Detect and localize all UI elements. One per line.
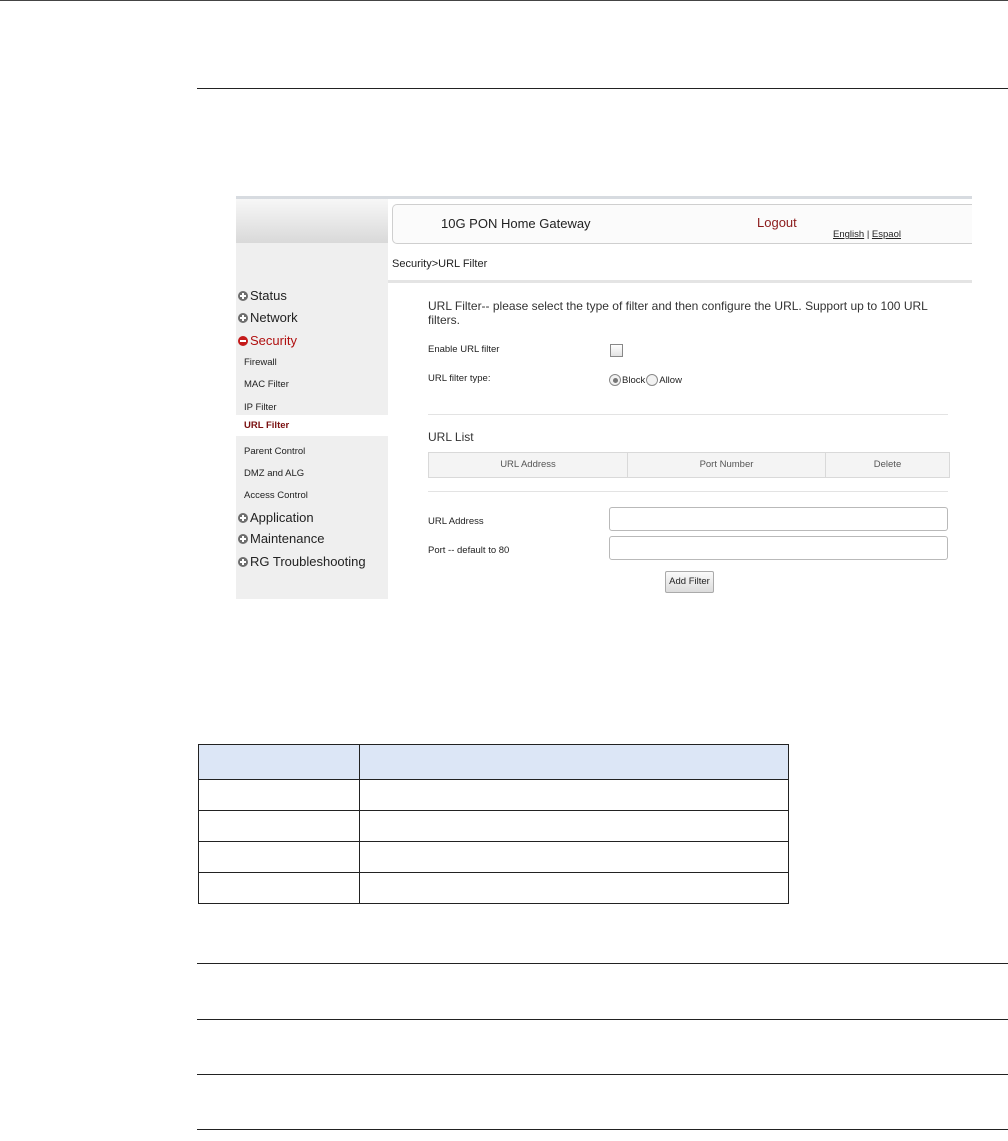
radio-block[interactable] bbox=[609, 374, 621, 386]
table-cell bbox=[198, 779, 360, 811]
sidebar-subitem-access-control[interactable]: Access Control bbox=[244, 490, 308, 501]
language-espanol-link[interactable]: Espaol bbox=[872, 229, 901, 240]
section-rule bbox=[197, 88, 1008, 89]
expand-plus-icon bbox=[238, 512, 248, 523]
language-switcher: English | Espaol bbox=[833, 229, 901, 240]
gateway-title: 10G PON Home Gateway bbox=[441, 216, 591, 231]
url-address-label: URL Address bbox=[428, 516, 484, 527]
gateway-header: 10G PON Home Gateway Logout English | Es… bbox=[392, 204, 972, 244]
section-rule bbox=[197, 963, 1008, 964]
logout-link[interactable]: Logout bbox=[757, 215, 797, 230]
table-header-row bbox=[198, 744, 789, 780]
language-separator: | bbox=[866, 229, 870, 240]
radio-allow[interactable] bbox=[646, 374, 659, 386]
table-row bbox=[198, 810, 789, 842]
sidebar-item-maintenance[interactable]: Maintenance bbox=[238, 531, 324, 546]
section-divider bbox=[428, 491, 948, 492]
table-row bbox=[198, 872, 789, 904]
port-input[interactable] bbox=[609, 536, 948, 560]
sidebar-item-label: Maintenance bbox=[250, 531, 325, 546]
page-top-rule bbox=[0, 0, 1008, 1]
table-header-cell bbox=[198, 744, 360, 780]
sidebar-item-label: RG Troubleshooting bbox=[250, 554, 366, 569]
url-address-input[interactable] bbox=[609, 507, 948, 531]
sidebar-item-status[interactable]: Status bbox=[238, 288, 287, 303]
breadcrumb: Security>URL Filter bbox=[392, 258, 488, 270]
column-delete: Delete bbox=[873, 459, 902, 470]
breadcrumb-divider bbox=[388, 280, 972, 283]
sidebar-item-label: Status bbox=[250, 288, 287, 303]
expand-plus-icon bbox=[238, 556, 248, 567]
table-cell bbox=[198, 810, 360, 842]
sidebar-item-security[interactable]: Security bbox=[238, 333, 297, 348]
sidebar: Status Network Security Firewall MAC Fil… bbox=[236, 199, 388, 599]
expand-plus-icon bbox=[238, 290, 248, 301]
table-cell bbox=[359, 810, 789, 842]
expand-plus-icon bbox=[238, 312, 248, 323]
sidebar-item-label: Application bbox=[250, 510, 314, 525]
section-divider bbox=[428, 414, 948, 415]
table-cell bbox=[198, 841, 360, 873]
sidebar-subitem-dmz-alg[interactable]: DMZ and ALG bbox=[244, 468, 304, 479]
section-rule bbox=[197, 1129, 1008, 1130]
url-filter-type-radios: Block Allow bbox=[609, 374, 682, 386]
url-filter-type-label: URL filter type: bbox=[428, 373, 491, 384]
expand-plus-icon bbox=[238, 533, 248, 544]
enable-url-filter-checkbox[interactable] bbox=[610, 344, 623, 357]
table-cell bbox=[359, 841, 789, 873]
radio-block-label: Block bbox=[622, 374, 646, 386]
port-label: Port -- default to 80 bbox=[428, 545, 510, 556]
language-english-link[interactable]: English bbox=[833, 229, 864, 240]
sidebar-item-rg-troubleshooting[interactable]: RG Troubleshooting bbox=[238, 554, 366, 569]
url-list-header: URL Address Port Number Delete bbox=[428, 452, 950, 478]
router-screenshot: Status Network Security Firewall MAC Fil… bbox=[236, 196, 972, 599]
sidebar-item-application[interactable]: Application bbox=[238, 510, 314, 525]
sidebar-item-label: Security bbox=[250, 333, 297, 348]
sidebar-item-label: Network bbox=[250, 310, 298, 325]
section-rule bbox=[197, 1074, 1008, 1075]
sidebar-subitem-ip-filter[interactable]: IP Filter bbox=[244, 402, 277, 413]
radio-allow-label: Allow bbox=[659, 374, 682, 386]
table-header-cell bbox=[359, 744, 789, 780]
table-row bbox=[198, 779, 789, 811]
table-row bbox=[198, 841, 789, 873]
sidebar-subitem-firewall[interactable]: Firewall bbox=[244, 357, 277, 368]
sidebar-item-network[interactable]: Network bbox=[238, 310, 298, 325]
column-url-address: URL Address bbox=[429, 453, 628, 477]
table-cell bbox=[359, 872, 789, 904]
enable-url-filter-label: Enable URL filter bbox=[428, 344, 500, 355]
sidebar-subitem-mac-filter[interactable]: MAC Filter bbox=[244, 379, 289, 390]
collapse-minus-icon bbox=[238, 335, 248, 346]
column-port-number: Port Number bbox=[628, 453, 826, 477]
sidebar-subitem-url-filter[interactable]: URL Filter bbox=[236, 415, 388, 436]
section-rule bbox=[197, 1019, 1008, 1020]
sidebar-subitem-parent-control[interactable]: Parent Control bbox=[244, 446, 305, 457]
parameter-table bbox=[198, 744, 789, 904]
add-filter-button[interactable]: Add Filter bbox=[665, 571, 714, 593]
page-description: URL Filter-- please select the type of f… bbox=[428, 299, 928, 327]
url-list-title: URL List bbox=[428, 430, 474, 444]
table-cell bbox=[198, 872, 360, 904]
table-cell bbox=[359, 779, 789, 811]
sidebar-header bbox=[236, 199, 388, 243]
